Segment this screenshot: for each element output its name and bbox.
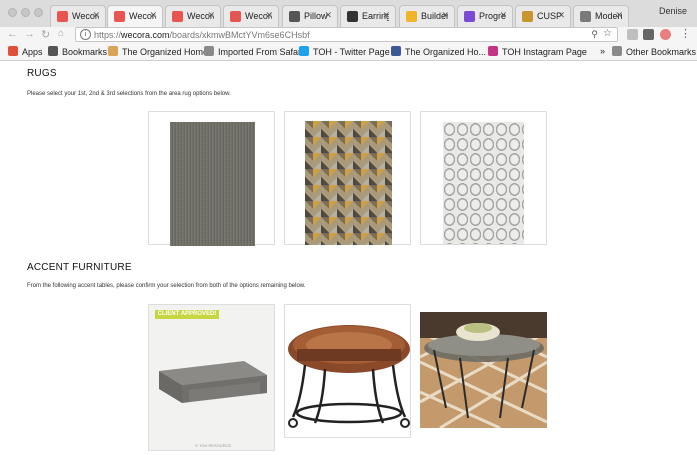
close-window-icon[interactable] [8, 8, 17, 17]
extension-icon[interactable] [627, 29, 638, 40]
bookmark-bookmarks[interactable]: Bookmarks [48, 46, 107, 57]
maximize-window-icon[interactable] [34, 8, 43, 17]
close-tab-icon[interactable]: ✕ [149, 10, 157, 21]
url-text[interactable]: https://wecora.com/boards/xkmwBMctYVm6se… [94, 30, 310, 40]
reload-icon[interactable]: ↻ [41, 28, 50, 41]
bookmark-facebook[interactable]: The Organized Ho... [391, 46, 486, 57]
bookmarks-overflow[interactable]: » [600, 46, 605, 56]
close-tab-icon[interactable]: ✕ [265, 10, 273, 21]
menu-dots-icon[interactable]: ⋮ [680, 27, 691, 40]
rug-option-card[interactable] [420, 111, 547, 245]
furniture-option-card[interactable] [284, 304, 411, 438]
chevron-rug-image [305, 121, 392, 245]
furniture-option-card[interactable] [148, 304, 275, 451]
forward-arrow-icon[interactable]: → [24, 28, 35, 40]
home-icon[interactable]: ⌂ [58, 28, 64, 39]
close-tab-icon[interactable]: ✕ [382, 10, 390, 21]
browser-tab[interactable]: Wecora ✕ [223, 5, 279, 27]
wecora-favicon-icon [230, 11, 241, 22]
gray-striped-rug-image [170, 122, 255, 246]
close-tab-icon[interactable]: ✕ [92, 10, 100, 21]
apps-grid-icon [8, 46, 18, 56]
rugs-section-title: RUGS [27, 68, 57, 79]
folder-icon [204, 46, 214, 56]
bookmark-other[interactable]: Other Bookmarks [612, 46, 696, 57]
close-tab-icon[interactable]: ✕ [499, 10, 507, 21]
folder-icon [612, 46, 622, 56]
browser-tab[interactable]: Earring ✕ [340, 5, 396, 27]
toh-icon [108, 46, 118, 56]
rug-option-card[interactable] [284, 111, 411, 245]
furniture-section-title: ACCENT FURNITURE [27, 262, 132, 273]
progress-favicon-icon [464, 11, 475, 22]
wecora-favicon-icon [114, 11, 125, 22]
bookmark-star-icon[interactable]: ☆ [603, 28, 612, 39]
close-tab-icon[interactable]: ✕ [324, 10, 332, 21]
close-tab-icon[interactable]: ✕ [615, 10, 623, 21]
info-icon[interactable]: i [80, 29, 91, 40]
butterfly-favicon-icon [522, 11, 533, 22]
browser-tab[interactable]: Wecora ✕ [50, 5, 106, 27]
bookmarks-bar: Apps Bookmarks The Organized Home Import… [0, 43, 697, 61]
tray-table-scene-image [420, 312, 547, 428]
rug-option-card[interactable] [148, 111, 275, 246]
close-tab-icon[interactable]: ✕ [557, 10, 565, 21]
browser-tab[interactable]: Pillow ✕ [282, 5, 338, 27]
earring-favicon-icon [347, 11, 358, 22]
minimize-window-icon[interactable] [21, 8, 30, 17]
address-toolbar: ← → ↻ ⌂ i https://wecora.com/boards/xkmw… [0, 27, 697, 43]
browser-tab-active[interactable]: Wecora ✕ [107, 5, 163, 27]
close-tab-icon[interactable]: ✕ [207, 10, 215, 21]
image-credit: © TOH RESOURCE [195, 443, 232, 448]
bookmark-apps[interactable]: Apps [8, 46, 43, 57]
browser-tab[interactable]: Wecora ✕ [165, 5, 221, 27]
bookmark-twitter[interactable]: TOH - Twitter Page [299, 46, 390, 57]
instagram-icon [488, 46, 498, 56]
profile-name[interactable]: Denise [659, 6, 687, 16]
bookmark-instagram[interactable]: TOH Instagram Page [488, 46, 587, 57]
wecora-favicon-icon [57, 11, 68, 22]
wecora-favicon-icon [172, 11, 183, 22]
extension-circle-icon[interactable] [660, 29, 671, 40]
rugs-description: Please select your 1st, 2nd & 3rd select… [27, 91, 231, 97]
address-bar[interactable]: i https://wecora.com/boards/xkmwBMctYVm6… [75, 27, 618, 42]
bookmarks-icon [48, 46, 58, 56]
close-tab-icon[interactable]: ✕ [441, 10, 449, 21]
browser-tab[interactable]: CUSP ✕ [515, 5, 571, 27]
pillow-favicon-icon [289, 11, 300, 22]
search-icon[interactable]: ⚲ [591, 29, 598, 40]
furniture-description: From the following accent tables, please… [27, 283, 306, 289]
facebook-icon [391, 46, 401, 56]
trellis-rug-image [443, 122, 524, 244]
bookmark-safari-folder[interactable]: Imported From Safari [204, 46, 303, 57]
twitter-icon [299, 46, 309, 56]
extension-lock-icon[interactable] [643, 29, 654, 40]
modern-favicon-icon [580, 11, 591, 22]
tab-strip: Wecora ✕ Wecora ✕ Wecora ✕ Wecora ✕ Pill… [0, 0, 697, 28]
back-arrow-icon[interactable]: ← [7, 28, 18, 40]
client-approved-badge: CLIENT APPROVED! [155, 310, 219, 319]
furniture-option-card[interactable] [420, 304, 547, 428]
concrete-coffee-table-image [159, 361, 267, 403]
builder-favicon-icon [406, 11, 417, 22]
browser-tab[interactable]: Builder ✕ [399, 5, 455, 27]
copper-fire-pit-image [288, 325, 410, 428]
bookmark-organized-home[interactable]: The Organized Home [108, 46, 208, 57]
browser-tab[interactable]: Modern ✕ [573, 5, 629, 27]
browser-tab[interactable]: Progre ✕ [457, 5, 513, 27]
